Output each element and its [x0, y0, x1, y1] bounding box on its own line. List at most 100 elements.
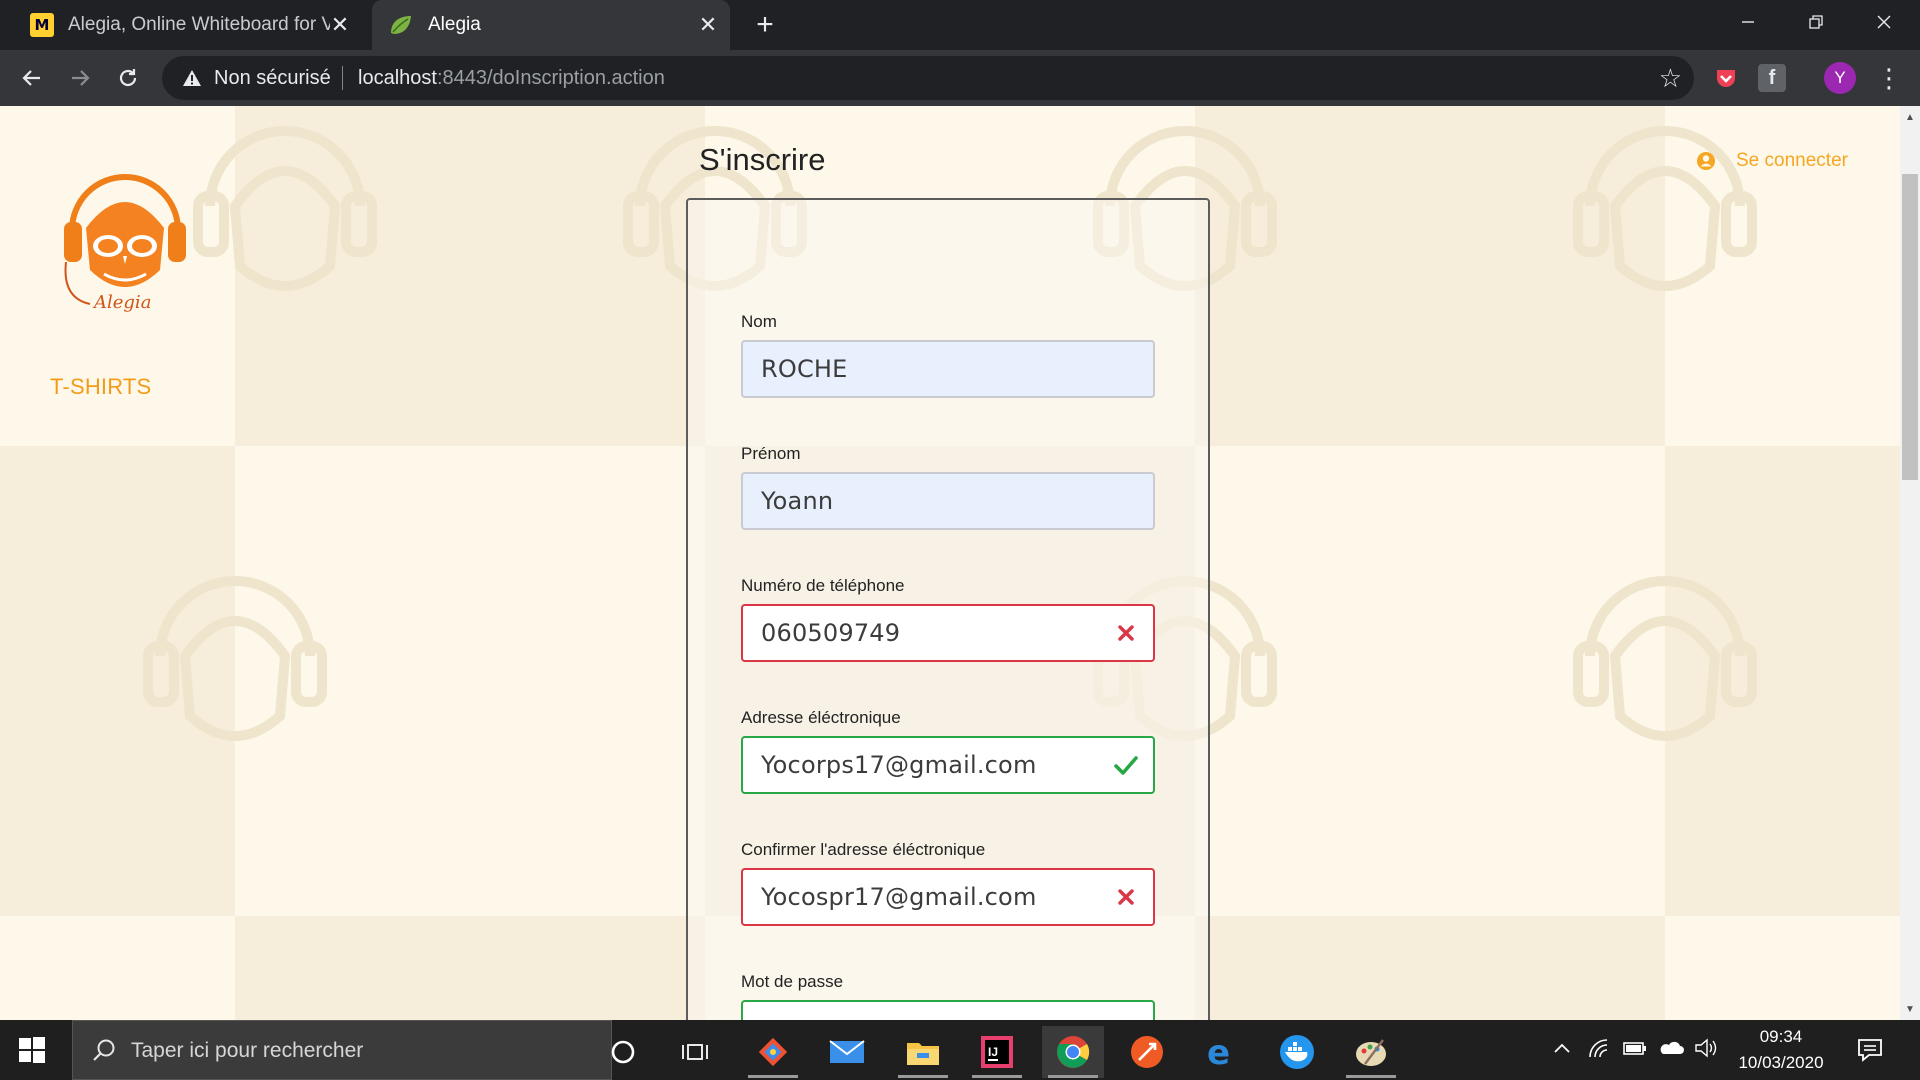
profile-avatar[interactable]: Y [1824, 62, 1856, 94]
onedrive-cloud-icon[interactable] [1658, 1038, 1684, 1063]
new-tab-button[interactable]: + [748, 8, 782, 42]
url-path: :8443/doInscription.action [436, 67, 665, 89]
search-placeholder: Taper ici pour rechercher [131, 1039, 364, 1062]
intellij-icon: IJ [981, 1036, 1013, 1068]
skull-watermark [1573, 126, 1757, 291]
postman-icon [1131, 1036, 1163, 1068]
svg-text:e: e [1207, 1034, 1230, 1070]
email-field[interactable]: Yocorps17@gmail.com [741, 736, 1155, 794]
reload-button[interactable] [110, 60, 146, 96]
password-field[interactable]: ••••••••• [741, 1000, 1155, 1020]
last-name-label: Nom [741, 312, 777, 331]
login-label: Se connecter [1736, 150, 1848, 171]
login-link[interactable]: Se connecter [1696, 150, 1848, 172]
phone-field[interactable]: 060509749 [741, 604, 1155, 662]
restore-window-button[interactable] [1782, 0, 1850, 44]
wifi-icon[interactable] [1588, 1038, 1610, 1063]
windows-start-icon[interactable] [18, 1036, 46, 1064]
bookmark-star-icon[interactable]: ☆ [1659, 63, 1682, 94]
security-status[interactable]: Non sécurisé [214, 67, 331, 90]
alegia-logo[interactable]: Alegia [60, 158, 190, 318]
skull-watermark [143, 576, 327, 741]
signup-form: Nom ROCHE Prénom Yoann Numéro de télépho… [686, 198, 1210, 1020]
nav-tshirts-link[interactable]: T-SHIRTS [50, 374, 151, 400]
git-diamond-icon [758, 1037, 788, 1067]
user-circle-icon [1697, 152, 1715, 170]
mail-icon [829, 1040, 865, 1063]
scroll-down-arrow-icon[interactable]: ▼ [1900, 1000, 1920, 1018]
scroll-up-arrow-icon[interactable]: ▲ [1900, 108, 1920, 126]
spring-leaf-icon [391, 16, 411, 34]
email-value: Yocorps17@gmail.com [761, 751, 1037, 779]
clock-date: 10/03/2020 [1738, 1053, 1824, 1072]
taskbar-app-edge[interactable]: e [1190, 1026, 1252, 1078]
warning-icon[interactable] [182, 68, 202, 88]
notification-center-icon[interactable] [1856, 1036, 1884, 1064]
svg-text:IJ: IJ [988, 1045, 998, 1059]
confirm-email-field[interactable]: Yocospr17@gmail.com [741, 868, 1155, 926]
first-name-label: Prénom [741, 444, 801, 463]
cortana-icon [611, 1040, 635, 1064]
email-label: Adresse éléctronique [741, 708, 901, 727]
pocket-extension-button[interactable] [1712, 64, 1740, 92]
tray-expand-icon[interactable] [1552, 1038, 1572, 1063]
taskbar-app-intellij[interactable]: IJ [966, 1026, 1028, 1078]
system-clock[interactable]: 09:34 10/03/2020 [1726, 1024, 1836, 1076]
folder-icon [907, 1043, 939, 1065]
running-indicator [898, 1075, 948, 1078]
task-view-button[interactable] [664, 1026, 726, 1078]
facebook-extension-button[interactable]: f [1758, 64, 1786, 92]
arrow-right-icon [72, 70, 90, 86]
taskbar-app-gitkraken[interactable] [742, 1026, 804, 1078]
arrow-left-icon [22, 70, 40, 86]
browser-menu-icon[interactable]: ⋮ [1876, 60, 1902, 96]
paint-palette-icon [1356, 1039, 1386, 1066]
close-tab-icon[interactable]: ✕ [696, 12, 720, 37]
phone-value: 060509749 [761, 619, 901, 647]
close-tab-icon[interactable]: ✕ [328, 12, 352, 37]
page-viewport: Alegia T-SHIRTS Se connecter S'inscrire … [0, 106, 1900, 1020]
taskbar-app-mail[interactable] [816, 1026, 878, 1078]
close-window-button[interactable] [1850, 0, 1918, 44]
taskbar-app-docker[interactable] [1266, 1026, 1328, 1078]
taskbar-app-explorer[interactable] [892, 1026, 954, 1078]
skull-watermark [193, 126, 377, 291]
browser-tab-alegia[interactable]: Alegia ✕ [372, 0, 730, 50]
search-icon [93, 1039, 115, 1061]
first-name-field[interactable]: Yoann [741, 472, 1155, 530]
cortana-button[interactable] [592, 1026, 654, 1078]
minimize-window-button[interactable] [1714, 0, 1782, 44]
divider [342, 66, 343, 90]
taskbar-app-chrome[interactable] [1042, 1026, 1104, 1078]
first-name-value: Yoann [761, 487, 834, 515]
taskbar-search[interactable]: Taper ici pour rechercher [72, 1020, 612, 1080]
running-indicator [1346, 1075, 1396, 1078]
running-indicator [748, 1075, 798, 1078]
minimize-icon [1742, 21, 1754, 23]
valid-check-icon [1114, 756, 1138, 775]
restore-icon [1809, 15, 1823, 29]
page-scrollbar[interactable]: ▲ ▼ [1900, 106, 1920, 1020]
page-title: S'inscrire [699, 142, 826, 177]
windows-taskbar: Taper ici pour rechercher IJ e 09:34 10/… [0, 1020, 1920, 1080]
taskbar-app-paint[interactable] [1340, 1026, 1402, 1078]
running-indicator [972, 1075, 1022, 1078]
url-text[interactable]: localhost:8443/doInscription.action [358, 67, 665, 90]
back-button[interactable] [14, 60, 50, 96]
tab-title: Alegia, Online Whiteboard for Vi [68, 14, 330, 35]
pocket-icon [1717, 70, 1735, 87]
browser-tab-miro[interactable]: M Alegia, Online Whiteboard for Vi ✕ [18, 0, 362, 50]
address-bar[interactable]: Non sécurisé localhost:8443/doInscriptio… [162, 56, 1694, 100]
last-name-field[interactable]: ROCHE [741, 340, 1155, 398]
forward-button[interactable] [62, 60, 98, 96]
browser-tabstrip: M Alegia, Online Whiteboard for Vi ✕ Ale… [0, 0, 1920, 50]
confirm-email-value: Yocospr17@gmail.com [761, 883, 1037, 911]
volume-icon[interactable] [1694, 1038, 1718, 1063]
scroll-thumb[interactable] [1902, 174, 1918, 480]
svg-text:Alegia: Alegia [92, 292, 151, 313]
taskbar-app-postman[interactable] [1116, 1026, 1178, 1078]
last-name-value: ROCHE [761, 355, 848, 383]
reload-icon [119, 69, 137, 87]
battery-icon[interactable] [1622, 1038, 1648, 1063]
docker-icon [1280, 1035, 1314, 1069]
